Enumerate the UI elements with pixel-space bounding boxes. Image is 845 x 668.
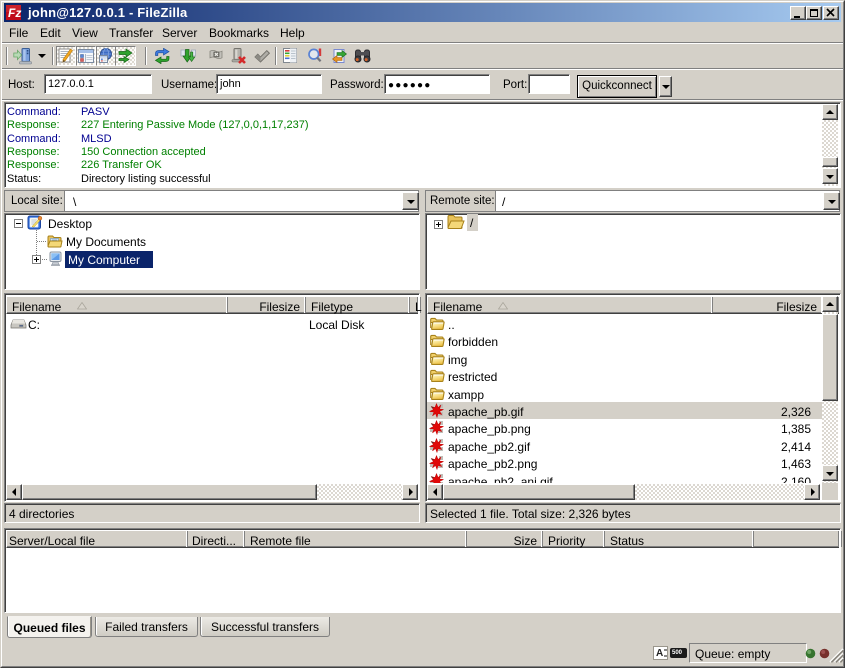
svg-text:Fz: Fz [8, 6, 21, 20]
